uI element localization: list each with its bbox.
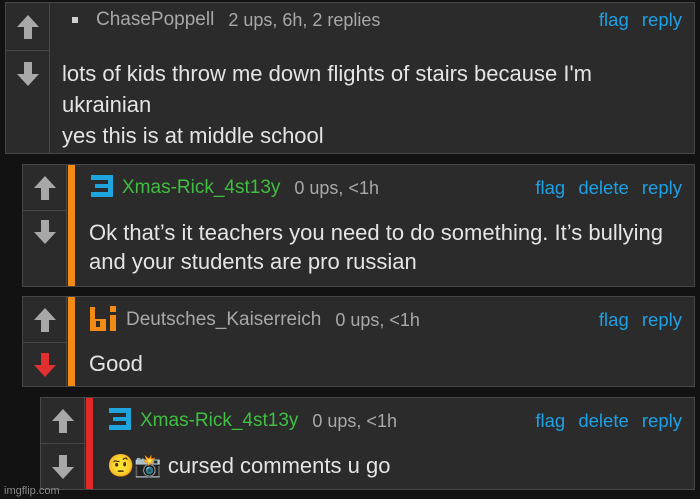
comment-text: 🤨📸 cursed comments u go bbox=[107, 453, 391, 478]
comment-header: ChasePoppell 2 ups, 6h, 2 replies flag r… bbox=[62, 6, 682, 34]
username[interactable]: Xmas-Rick_4st13y bbox=[140, 410, 298, 432]
vote-column bbox=[6, 3, 50, 153]
arrow-up-icon bbox=[51, 408, 74, 433]
comment-actions: flag delete reply bbox=[527, 410, 682, 432]
username[interactable]: Xmas-Rick_4st13y bbox=[122, 177, 280, 199]
xmas-badge-icon bbox=[89, 173, 115, 204]
upvote-button[interactable] bbox=[23, 297, 66, 343]
downvote-button[interactable] bbox=[23, 211, 66, 253]
comment-actions: flag reply bbox=[591, 9, 682, 31]
arrow-up-icon bbox=[16, 14, 39, 39]
comment-header: Deutsches_Kaiserreich 0 ups, <1h flag re… bbox=[89, 304, 682, 337]
comment-header: Xmas-Rick_4st13y 0 ups, <1h flag delete … bbox=[107, 407, 682, 435]
comment-text: Ok that’s it teachers you need to do som… bbox=[89, 220, 663, 274]
flag-link[interactable]: flag bbox=[599, 309, 629, 330]
comment-meta: 2 ups, 6h, 2 replies bbox=[228, 9, 381, 30]
reply-link[interactable]: reply bbox=[642, 410, 682, 431]
thread-bar bbox=[68, 297, 75, 386]
downvote-button-active[interactable] bbox=[23, 343, 66, 387]
bullet-icon bbox=[72, 17, 78, 23]
upvote-button[interactable] bbox=[6, 3, 49, 51]
arrow-down-icon bbox=[33, 353, 56, 377]
comment-2: Xmas-Rick_4st13y 0 ups, <1h flag delete … bbox=[22, 164, 695, 287]
reply-link[interactable]: reply bbox=[642, 177, 682, 198]
downvote-button[interactable] bbox=[6, 51, 49, 97]
username[interactable]: Deutsches_Kaiserreich bbox=[126, 309, 321, 331]
xmas-badge-icon bbox=[107, 406, 133, 437]
delete-link[interactable]: delete bbox=[578, 177, 628, 198]
arrow-up-icon bbox=[33, 307, 56, 332]
flag-link[interactable]: flag bbox=[535, 410, 565, 431]
upvote-button[interactable] bbox=[41, 398, 84, 444]
username[interactable]: ChasePoppell bbox=[96, 9, 214, 31]
kaiserreich-badge-icon bbox=[89, 304, 119, 337]
comment-header: Xmas-Rick_4st13y 0 ups, <1h flag delete … bbox=[89, 174, 682, 202]
downvote-button[interactable] bbox=[41, 444, 84, 490]
comment-meta: 0 ups, <1h bbox=[335, 309, 420, 330]
arrow-down-icon bbox=[51, 455, 74, 479]
delete-link[interactable]: delete bbox=[578, 410, 628, 431]
reply-link[interactable]: reply bbox=[642, 9, 682, 30]
imgflip-watermark: imgflip.com bbox=[4, 485, 60, 497]
reply-link[interactable]: reply bbox=[642, 309, 682, 330]
upvote-button[interactable] bbox=[23, 165, 66, 211]
comment-text: lots of kids throw me down flights of st… bbox=[62, 61, 592, 148]
thread-bar bbox=[68, 165, 75, 286]
arrow-down-icon bbox=[33, 220, 56, 244]
comment-meta: 0 ups, <1h bbox=[294, 177, 379, 198]
comment-1: ChasePoppell 2 ups, 6h, 2 replies flag r… bbox=[5, 2, 695, 154]
vote-column bbox=[23, 297, 67, 386]
thread-bar bbox=[86, 398, 93, 489]
comment-meta: 0 ups, <1h bbox=[312, 410, 397, 431]
arrow-up-icon bbox=[33, 175, 56, 200]
vote-column bbox=[23, 165, 67, 286]
flag-link[interactable]: flag bbox=[535, 177, 565, 198]
flag-link[interactable]: flag bbox=[599, 9, 629, 30]
comment-4: Xmas-Rick_4st13y 0 ups, <1h flag delete … bbox=[40, 397, 695, 490]
arrow-down-icon bbox=[16, 62, 39, 86]
comment-actions: flag reply bbox=[591, 309, 682, 331]
comment-text: Good bbox=[89, 351, 143, 376]
vote-column bbox=[41, 398, 85, 489]
comment-3: Deutsches_Kaiserreich 0 ups, <1h flag re… bbox=[22, 296, 695, 387]
comment-actions: flag delete reply bbox=[527, 177, 682, 199]
